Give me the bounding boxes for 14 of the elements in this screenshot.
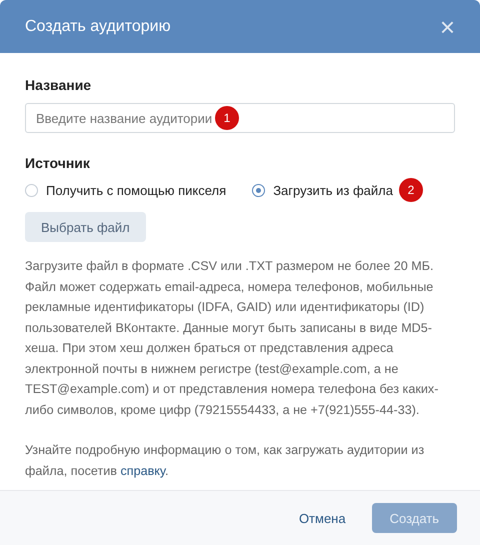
radio-label: Получить с помощью пикселя [46,183,226,198]
radio-button[interactable] [25,184,38,197]
choose-file-button[interactable]: Выбрать файл [25,212,146,242]
close-button[interactable]: × [440,14,455,40]
cancel-button[interactable]: Отмена [282,502,362,534]
number-marker: 2 [399,178,423,202]
help-text: Узнайте подробную информацию о том, как загружать аудитории из файла, посетив справку. [25,442,426,480]
radio-label: Загрузить из файла [273,183,393,198]
field-label: Название [25,77,92,93]
dialog-title: Создать аудиторию [25,18,171,36]
help-link[interactable]: справку [120,464,165,478]
field-label: Источник [25,155,91,171]
description-text: Загрузите файл в формате .CSV или .TXT размером не более 20 МБ. Файл может содержать email-адреса, номера телефонов, мобильные рекламные идентификаторы (IDFA, GAID) или идентификаторы (ID) пользователей ВКонтакте. Данные могут быть записаны в виде MD5-хеша. При этом хеш должен браться от представления адреса электронной почты в нижнем регистре (test@example.com, а не TEST@example.com) и от представления номера телефона без каких-либо символов, кроме цифр (79215554433, а не +7(921)555-44-33). [25,258,440,419]
radio-button[interactable] [252,184,266,197]
